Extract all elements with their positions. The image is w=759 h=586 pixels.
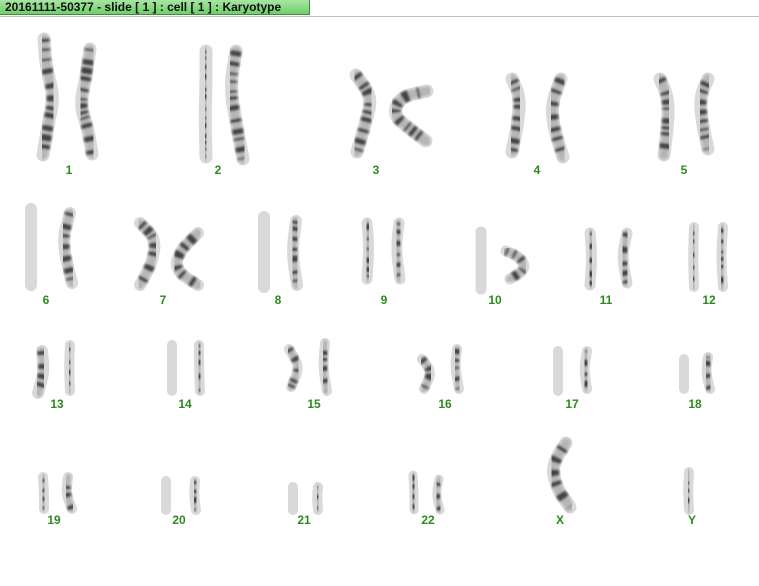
chromosome-22a[interactable] (408, 470, 419, 515)
chromosome-11a[interactable] (584, 227, 597, 291)
title-bar: 20161111-50377 - slide [ 1 ] : cell [ 1 … (0, 0, 759, 17)
chromosome-8b[interactable] (287, 215, 303, 291)
chromosome-5a[interactable] (653, 72, 675, 162)
chromosome-label-7: 7 (159, 293, 167, 307)
chromosome-16a[interactable] (417, 354, 435, 394)
chromosome-label-8: 8 (274, 293, 282, 307)
chromosome-label-18: 18 (688, 397, 702, 411)
chromosome-label-19: 19 (47, 513, 61, 527)
chromosome-label-11: 11 (599, 293, 613, 307)
chromosome-19b[interactable] (61, 472, 77, 514)
chromosome-label-10: 10 (488, 293, 502, 307)
chromosome-3b[interactable] (389, 84, 434, 148)
chromosome-16b[interactable] (450, 344, 464, 394)
chromosome-2a[interactable] (198, 44, 213, 164)
window-title-tab[interactable]: 20161111-50377 - slide [ 1 ] : cell [ 1 … (0, 0, 310, 15)
chromosome-label-4: 4 (533, 163, 541, 177)
window-title: 20161111-50377 - slide [ 1 ] : cell [ 1 … (5, 0, 282, 14)
chromosome-19a[interactable] (38, 472, 49, 514)
chromosome-5b[interactable] (694, 72, 715, 156)
chromosome-shading (452, 346, 462, 392)
chromosome-14b[interactable] (194, 340, 205, 396)
chromosome-3a[interactable] (349, 68, 377, 159)
chromosome-10b[interactable] (500, 245, 530, 285)
chromosome-label-22: 22 (421, 513, 435, 527)
chromosome-label-5: 5 (680, 163, 688, 177)
chromosome-9b[interactable] (391, 217, 406, 285)
chromosome-11b[interactable] (617, 227, 633, 289)
chromosome-label-15: 15 (307, 397, 321, 411)
chromosome-shading (191, 478, 199, 513)
chromosome-13a[interactable] (32, 345, 50, 399)
chromosome-label-9: 9 (380, 293, 388, 307)
chromosome-9a[interactable] (361, 217, 374, 285)
chromosome-1a[interactable] (36, 32, 59, 162)
chromosome-12a[interactable] (688, 222, 699, 292)
chromosome-4b[interactable] (545, 72, 570, 164)
chromosome-15a[interactable] (284, 344, 303, 392)
chromosome-21b[interactable] (312, 482, 323, 515)
chromosome-13b[interactable] (64, 340, 75, 396)
chromosome-label-12: 12 (702, 293, 716, 307)
chromosome-label-y: Y (687, 513, 697, 527)
chromosome-label-2: 2 (214, 163, 222, 177)
chromosome-label-16: 16 (438, 397, 452, 411)
chromosome-label-1: 1 (65, 163, 73, 177)
chromosome-label-x: X (555, 513, 565, 527)
chromosome-1b[interactable] (75, 42, 99, 161)
chromosome-label-6: 6 (42, 293, 50, 307)
chromosome-label-13: 13 (50, 397, 64, 411)
chromosome-image (25, 32, 728, 515)
chromosome-label-17: 17 (565, 397, 579, 411)
chromosome-7a[interactable] (134, 217, 161, 291)
chromosome-18b[interactable] (701, 352, 715, 394)
chromosome-label-3: 3 (372, 163, 380, 177)
chromosome-20b[interactable] (189, 476, 201, 515)
chromosome-22b[interactable] (432, 474, 445, 515)
chromosome-Xa[interactable] (547, 436, 577, 514)
chromosome-label-20: 20 (172, 513, 186, 527)
chromosome-15b[interactable] (318, 338, 332, 396)
chromosome-label-21: 21 (297, 513, 311, 527)
chromosome-label-14: 14 (178, 397, 192, 411)
chromosome-4a[interactable] (505, 72, 526, 159)
chromosome-6b[interactable] (58, 207, 78, 289)
chromosome-Ya[interactable] (683, 467, 694, 515)
chromosome-shading (40, 474, 47, 512)
chromosome-2b[interactable] (225, 44, 250, 166)
karyotype-canvas: 1 2 3 4 5 6 7 8 9 10 11 12 13 14 15 16 1… (0, 17, 759, 586)
chromosome-7b[interactable] (170, 227, 204, 291)
chromosome-17b[interactable] (579, 346, 592, 394)
chromosome-12b[interactable] (716, 222, 728, 292)
